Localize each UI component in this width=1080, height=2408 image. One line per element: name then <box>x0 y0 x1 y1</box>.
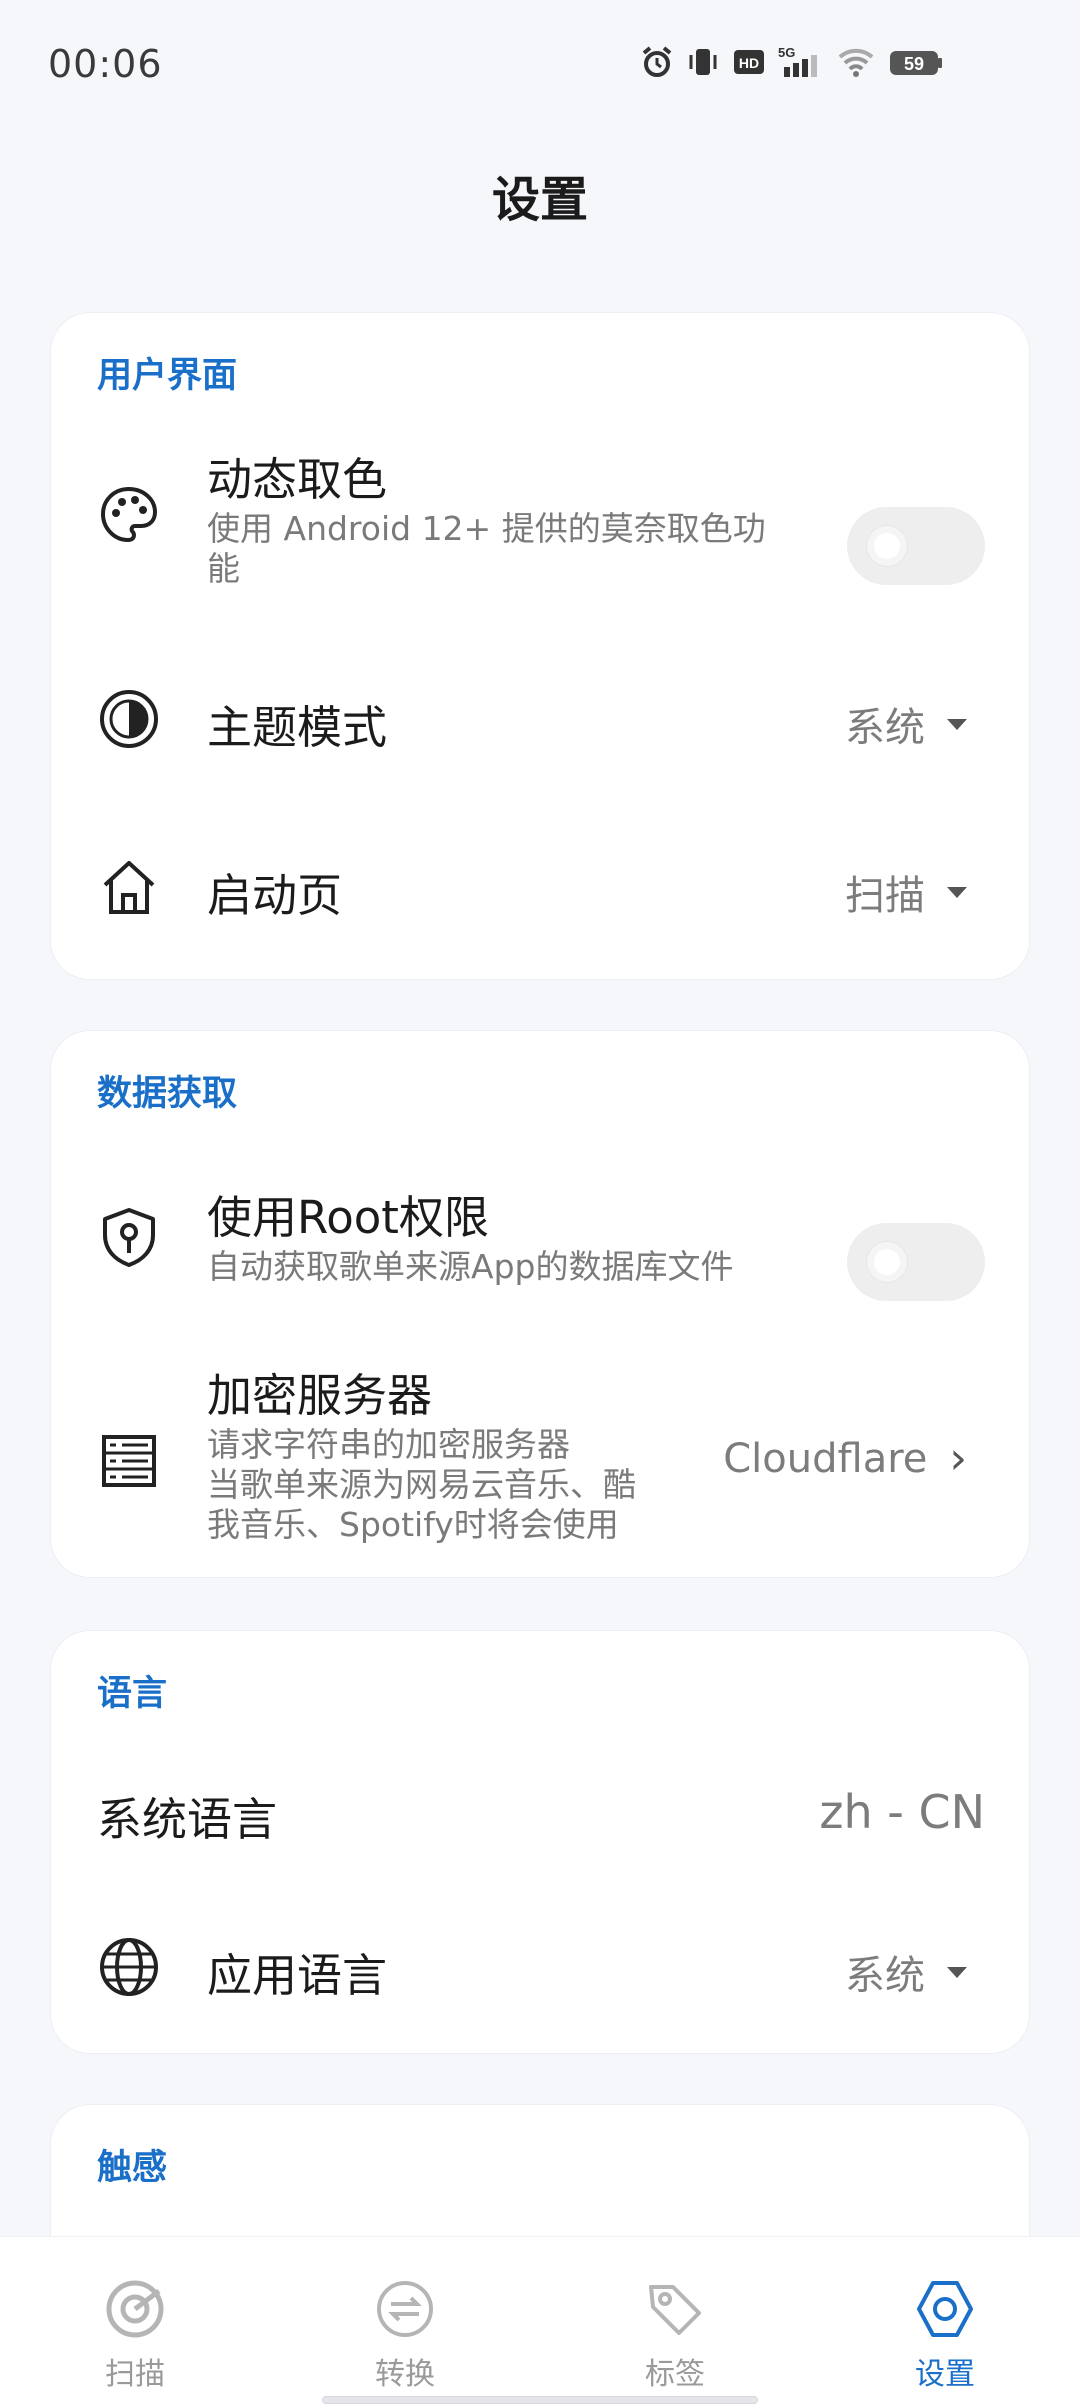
app-language-title: 应用语言 <box>207 1949 388 2002</box>
network-type: 5G <box>778 45 795 60</box>
page-title: 设置 <box>491 172 588 228</box>
app-language-value: 系统 <box>845 1953 925 1999</box>
nav-label: 设置 <box>915 2357 975 2392</box>
settings-screen: 00:06 HD 5G 59 设置 用户界面 动态取色 使用 Android 1… <box>0 0 1080 2408</box>
globe-icon <box>97 1935 161 1999</box>
section-title: 触感 <box>97 2148 168 2188</box>
root-permission-title: 使用Root权限 <box>207 1191 489 1244</box>
home-indicator[interactable] <box>322 2396 758 2404</box>
server-icon <box>97 1429 161 1493</box>
encrypt-server-value: Cloudflare <box>723 1435 928 1482</box>
encrypt-server-row[interactable]: 加密服务器 请求字符串的加密服务器 当歌单来源为网易云音乐、酷 我音乐、Spot… <box>51 1359 1031 1549</box>
home-icon <box>97 855 161 919</box>
encrypt-server-subtitle: 请求字符串的加密服务器 当歌单来源为网易云音乐、酷 我音乐、Spotify时将会… <box>207 1425 697 1545</box>
root-permission-subtitle: 自动获取歌单来源App的数据库文件 <box>207 1247 734 1286</box>
nav-tab-tags[interactable]: 标签 <box>575 2277 775 2393</box>
encrypt-server-subtitle-line: 我音乐、Spotify时将会使用 <box>207 1505 619 1544</box>
theme-mode-value: 系统 <box>845 705 925 751</box>
palette-icon <box>97 483 161 547</box>
battery-icon: 59 <box>890 51 942 75</box>
chevron-down-icon <box>947 886 967 898</box>
dynamic-color-toggle[interactable] <box>847 507 985 585</box>
nav-tab-scan[interactable]: 扫描 <box>35 2277 235 2393</box>
start-page-row[interactable]: 启动页 扫描 <box>51 837 1031 937</box>
section-language: 语言 系统语言 zh - CN 应用语言 系统 <box>50 1630 1030 2054</box>
status-bar: 00:06 HD 5G 59 <box>0 0 1080 120</box>
section-title: 数据获取 <box>97 1074 238 1114</box>
start-page-value: 扫描 <box>845 873 925 919</box>
tag-icon <box>649 2285 701 2335</box>
nav-tab-convert[interactable]: 转换 <box>305 2277 505 2393</box>
battery-level: 59 <box>904 54 924 74</box>
root-permission-row[interactable]: 使用Root权限 自动获取歌单来源App的数据库文件 <box>51 1181 1031 1301</box>
encrypt-server-title: 加密服务器 <box>207 1369 433 1422</box>
scan-icon <box>106 2280 164 2338</box>
hd-icon: HD <box>734 50 764 74</box>
nav-tab-settings[interactable]: 设置 <box>845 2277 1045 2393</box>
shield-key-icon <box>97 1205 161 1269</box>
start-page-dropdown[interactable]: 扫描 <box>845 863 967 921</box>
chevron-down-icon <box>947 718 967 730</box>
toggle-knob <box>867 526 907 566</box>
system-language-value: zh - CN <box>819 1785 985 1839</box>
app-language-dropdown[interactable]: 系统 <box>845 1943 967 2001</box>
encrypt-server-subtitle-line: 当歌单来源为网易云音乐、酷 <box>207 1465 636 1504</box>
convert-icon <box>377 2281 433 2337</box>
chevron-right-icon: › <box>949 1433 967 1484</box>
encrypt-server-selector[interactable]: Cloudflare › <box>723 1433 967 1484</box>
wifi-icon <box>838 48 874 77</box>
dynamic-color-subtitle: 使用 Android 12+ 提供的莫奈取色功能 <box>207 509 766 588</box>
status-time: 00:06 <box>48 42 163 86</box>
alarm-icon <box>642 46 672 77</box>
section-data-acquisition: 数据获取 使用Root权限 自动获取歌单来源App的数据库文件 加密服务器 请求… <box>50 1030 1030 1578</box>
contrast-icon <box>97 687 161 751</box>
start-page-title: 启动页 <box>207 869 343 922</box>
status-icons: HD 5G 59 <box>640 40 944 84</box>
settings-icon <box>917 2281 973 2337</box>
system-language-row: 系统语言 zh - CN <box>51 1761 1031 1861</box>
system-language-title: 系统语言 <box>97 1793 278 1846</box>
theme-mode-row[interactable]: 主题模式 系统 <box>51 669 1031 769</box>
nav-label: 标签 <box>645 2357 705 2392</box>
theme-mode-dropdown[interactable]: 系统 <box>845 695 967 753</box>
section-title: 用户界面 <box>97 356 238 396</box>
signal-icon: 5G <box>778 45 817 77</box>
hd-label: HD <box>739 55 759 71</box>
theme-mode-title: 主题模式 <box>207 701 388 754</box>
app-language-row[interactable]: 应用语言 系统 <box>51 1917 1031 2017</box>
vibrate-icon <box>689 49 717 75</box>
nav-label: 转换 <box>375 2357 435 2392</box>
encrypt-server-subtitle-line: 请求字符串的加密服务器 <box>207 1425 570 1464</box>
root-permission-toggle[interactable] <box>847 1223 985 1301</box>
chevron-down-icon <box>947 1966 967 1978</box>
nav-label: 扫描 <box>105 2357 165 2392</box>
section-user-interface: 用户界面 动态取色 使用 Android 12+ 提供的莫奈取色功能 主题模式 … <box>50 312 1030 980</box>
bottom-navigation: 扫描 转换 标签 设置 <box>0 2236 1080 2408</box>
toggle-knob <box>867 1242 907 1282</box>
dynamic-color-row[interactable]: 动态取色 使用 Android 12+ 提供的莫奈取色功能 <box>51 443 1031 613</box>
dynamic-color-title: 动态取色 <box>207 453 388 506</box>
section-title: 语言 <box>97 1674 168 1714</box>
